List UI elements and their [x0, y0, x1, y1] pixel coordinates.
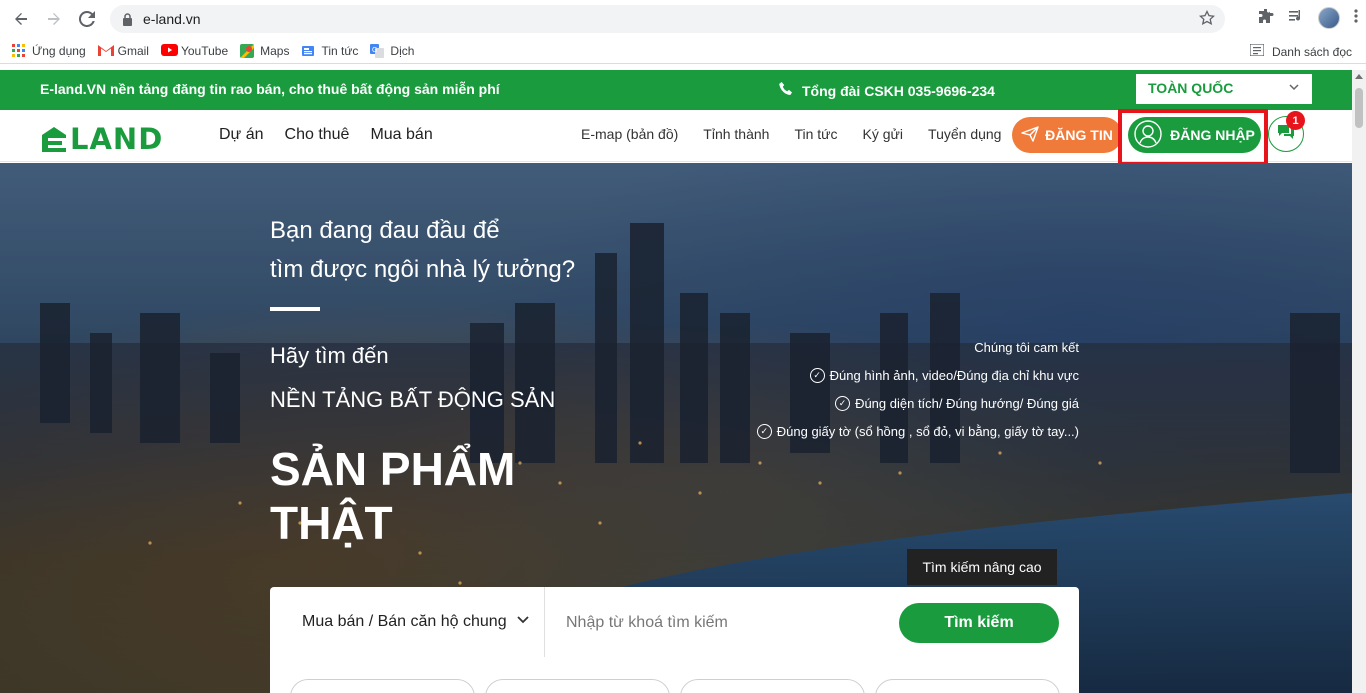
nav-cho-thue[interactable]: Cho thuê	[285, 126, 350, 144]
scroll-up-icon[interactable]	[1355, 74, 1363, 79]
secondary-nav: E-map (bản đồ) Tỉnh thành Tin tức Ký gửi…	[581, 126, 1001, 142]
site-tagline: E-land.VN nền tảng đăng tin rao bán, cho…	[40, 81, 500, 97]
bookmark-apps[interactable]: Ứng dụng	[12, 43, 86, 58]
news-icon	[301, 44, 315, 58]
search-input[interactable]	[566, 611, 866, 635]
bookmark-gmail[interactable]: Gmail	[97, 43, 149, 58]
lock-icon	[123, 12, 132, 26]
bookmark-label: Tin tức	[321, 43, 359, 58]
chevron-down-icon	[1288, 80, 1300, 96]
post-listing-button[interactable]: ĐĂNG TIN	[1012, 117, 1122, 153]
bookmark-maps[interactable]: Maps	[240, 43, 290, 58]
back-icon[interactable]	[9, 7, 33, 31]
region-select[interactable]: TOÀN QUỐC	[1136, 74, 1312, 104]
extensions-icon[interactable]	[1258, 8, 1274, 29]
bookmark-youtube[interactable]: YouTube	[160, 43, 229, 58]
nav-mua-ban[interactable]: Mua bán	[370, 126, 432, 144]
bookmark-label: Ứng dụng	[32, 43, 86, 58]
bookmark-label: Dịch	[390, 43, 415, 58]
hero-banner: Bạn đang đau đầu để tìm được ngôi nhà lý…	[0, 163, 1352, 693]
forward-icon[interactable]	[42, 7, 66, 31]
logo-e-mark-icon	[40, 125, 68, 153]
reading-list-icon	[1249, 43, 1265, 59]
youtube-icon	[160, 43, 178, 58]
commitment-text: Đúng hình ảnh, video/Đúng địa chỉ khu vự…	[829, 368, 1079, 383]
commitment-item: ✓ Đúng hình ảnh, video/Đúng địa chỉ khu v…	[757, 368, 1079, 383]
chat-badge: 1	[1286, 111, 1305, 130]
main-nav: Dự án Cho thuê Mua bán	[219, 126, 433, 144]
region-value: TOÀN QUỐC	[1148, 80, 1234, 96]
bookmark-label: YouTube	[180, 43, 229, 58]
search-button[interactable]: Tìm kiếm	[899, 603, 1059, 643]
login-highlight-box	[1118, 109, 1268, 166]
check-circle-icon: ✓	[756, 424, 772, 439]
bookmark-translate[interactable]: G Dịch	[370, 43, 415, 58]
url-text: e-land.vn	[143, 11, 201, 27]
svg-text:G: G	[372, 47, 377, 54]
hero-headline-1: SẢN PHẨM	[270, 443, 516, 495]
address-bar[interactable]: e-land.vn	[110, 5, 1225, 33]
scroll-thumb[interactable]	[1355, 88, 1363, 128]
hotline[interactable]: Tổng đài CSKH 035-9696-234	[778, 81, 995, 100]
commitment-title-text: Chúng tôi cam kết	[974, 340, 1079, 355]
check-circle-icon: ✓	[835, 396, 851, 411]
site-topbar: E-land.VN nền tảng đăng tin rao bán, cho…	[0, 70, 1352, 110]
check-circle-icon: ✓	[809, 368, 825, 383]
eland-logo[interactable]: LAND	[40, 122, 163, 156]
nav-ky-gui[interactable]: Ký gửi	[863, 126, 904, 142]
phone-icon	[778, 81, 794, 100]
commitment-text: Đúng diện tích/ Đúng hướng/ Đúng giá	[855, 396, 1079, 411]
price-filter[interactable]	[290, 679, 475, 693]
hero-headline-2: THẬT	[270, 497, 393, 549]
bookmark-news[interactable]: Tin tức	[301, 44, 358, 58]
commitment-text: Đúng giấy tờ (sổ hồng , sổ đỏ, vi bằng, …	[776, 424, 1079, 439]
commitment-item: ✓ Đúng giấy tờ (sổ hồng , sổ đỏ, vi bằng,…	[756, 424, 1079, 439]
hero-line-3: Hãy tìm đến	[270, 343, 389, 368]
nav-tuyen-dung[interactable]: Tuyển dụng	[928, 126, 1001, 142]
browser-toolbar: e-land.vn	[0, 0, 1366, 38]
hotline-text: Tổng đài CSKH 035-9696-234	[802, 82, 995, 99]
browser-menu-icon[interactable]	[1354, 8, 1358, 29]
hero-divider	[270, 307, 320, 311]
bookmark-star-icon[interactable]	[1198, 9, 1216, 31]
commitment-title: Chúng tôi cam kết	[757, 340, 1079, 355]
hero-line-1: Bạn đang đau đầu để	[270, 217, 500, 244]
post-listing-label: ĐĂNG TIN	[1045, 127, 1113, 143]
filter-row	[290, 679, 1060, 693]
page-scrollbar[interactable]	[1352, 70, 1366, 693]
more-filter[interactable]	[875, 679, 1060, 693]
maps-icon	[240, 43, 255, 58]
listing-type-select[interactable]: Mua bán / Bán căn hộ chung	[270, 587, 545, 657]
bookmark-label: Gmail	[117, 43, 149, 58]
search-panel: Mua bán / Bán căn hộ chung Tìm kiếm	[270, 587, 1079, 693]
nav-du-an[interactable]: Dự án	[219, 126, 264, 144]
send-icon	[1021, 125, 1039, 145]
chevron-down-icon	[516, 612, 530, 631]
nav-tin-tuc[interactable]: Tin tức	[794, 126, 837, 142]
advanced-search-tab[interactable]: Tìm kiếm nâng cao	[907, 549, 1057, 585]
commitment-list: Chúng tôi cam kết ✓ Đúng hình ảnh, video/…	[756, 340, 1079, 452]
reading-list-button[interactable]: Danh sách đọc	[1249, 43, 1352, 59]
hero-line-2: tìm được ngôi nhà lý tưởng?	[270, 256, 576, 283]
reload-icon[interactable]	[75, 7, 99, 31]
apps-grid-icon	[12, 43, 26, 58]
logo-text: LAND	[70, 122, 164, 156]
bookmarks-bar: Ứng dụng Gmail YouTube Maps Tin tức G Dị…	[0, 38, 1366, 64]
area-filter[interactable]	[680, 679, 865, 693]
hero-line-4: NỀN TẢNG BẤT ĐỘNG SẢN	[270, 387, 556, 412]
commitment-item: ✓ Đúng diện tích/ Đúng hướng/ Đúng giá	[757, 396, 1079, 411]
nav-emap[interactable]: E-map (bản đồ)	[581, 126, 678, 142]
reading-list-label: Danh sách đọc	[1271, 44, 1352, 59]
nav-tinh-thanh[interactable]: Tỉnh thành	[703, 126, 769, 142]
profile-avatar[interactable]	[1318, 7, 1340, 29]
translate-icon: G	[370, 43, 385, 58]
media-queue-icon[interactable]	[1288, 8, 1304, 29]
bookmark-label: Maps	[260, 43, 290, 58]
listing-type-value: Mua bán / Bán căn hộ chung	[302, 613, 507, 630]
gmail-icon	[97, 44, 114, 58]
direction-filter[interactable]	[485, 679, 670, 693]
